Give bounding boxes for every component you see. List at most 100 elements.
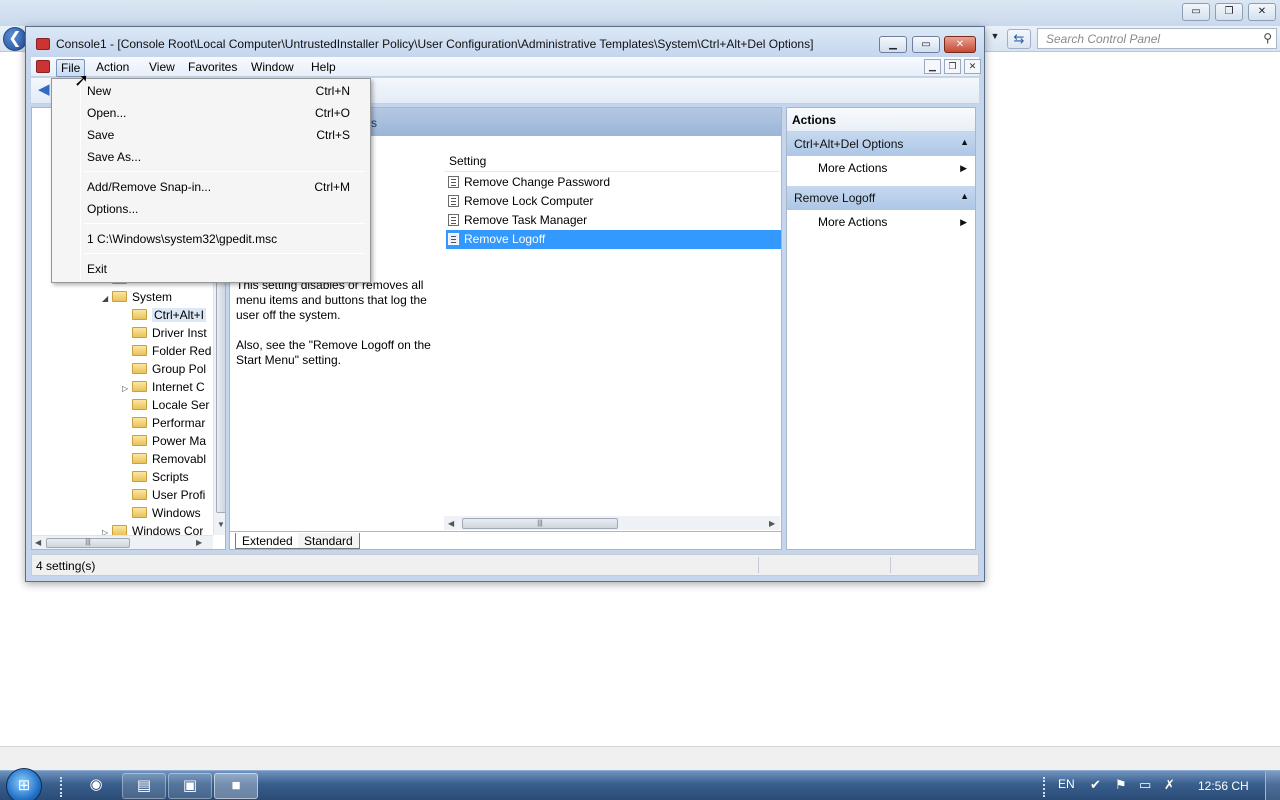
mmc-taskbar-icon[interactable]: ■ xyxy=(214,773,258,799)
folder-icon xyxy=(132,309,147,320)
menu-item-new[interactable]: New Ctrl+N xyxy=(54,81,368,101)
tree-item[interactable]: Scripts xyxy=(122,470,189,488)
show-desktop-button[interactable] xyxy=(1265,771,1280,800)
search-input[interactable]: Search Control Panel ⚲ xyxy=(1037,28,1277,49)
control-panel-statusbar xyxy=(0,746,1280,770)
menu-item-options[interactable]: Options... xyxy=(54,199,368,219)
refresh-button[interactable]: ⇆ xyxy=(1007,29,1031,49)
menu-item-open[interactable]: Open... Ctrl+O xyxy=(54,103,368,123)
more-actions-item[interactable]: More Actions xyxy=(818,161,887,175)
menu-help[interactable]: Help xyxy=(307,59,340,75)
child-minimize-button[interactable]: ▁ xyxy=(924,59,941,74)
tab-standard[interactable]: Standard xyxy=(298,533,360,549)
tray-grip[interactable] xyxy=(1043,777,1049,797)
security-shield-icon[interactable]: ✔ xyxy=(1090,777,1101,793)
volume-muted-icon[interactable]: ✗ xyxy=(1164,777,1175,793)
search-placeholder: Search Control Panel xyxy=(1046,32,1161,46)
setting-row[interactable]: Remove Task Manager xyxy=(446,211,781,230)
minimize-button[interactable]: ▭ xyxy=(1182,3,1210,21)
setting-row[interactable]: Remove Lock Computer xyxy=(446,192,781,211)
tree-item[interactable]: ▷ Internet C xyxy=(122,380,205,398)
back-button[interactable]: ❮ xyxy=(3,27,27,51)
remote-desktop-icon[interactable]: ▣ xyxy=(168,773,212,799)
clock[interactable]: 12:56 CH xyxy=(1198,779,1249,793)
action-center-flag-icon[interactable]: ⚑ xyxy=(1115,777,1127,793)
folder-icon xyxy=(132,363,147,374)
submenu-arrow-icon: ▶ xyxy=(960,217,967,227)
tree-item-system[interactable]: ◢ System xyxy=(102,290,172,308)
collapsed-arrow-icon[interactable]: ▷ xyxy=(102,528,112,535)
actions-section-header[interactable]: Remove Logoff ▲ xyxy=(787,186,975,210)
tree-item[interactable]: Windows xyxy=(122,506,201,524)
search-icon[interactable]: ⚲ xyxy=(1263,31,1272,45)
actions-section-header[interactable]: Ctrl+Alt+Del Options ▲ xyxy=(787,132,975,156)
menu-action[interactable]: Action xyxy=(92,59,133,75)
setting-row[interactable]: Remove Change Password xyxy=(446,173,781,192)
mmc-app-icon[interactable] xyxy=(36,38,50,50)
tree-item[interactable]: Performar xyxy=(122,416,205,434)
more-actions-item[interactable]: More Actions xyxy=(818,215,887,229)
maximize-button[interactable]: ❐ xyxy=(1215,3,1243,21)
address-dropdown-button[interactable]: ▼ xyxy=(988,31,1002,45)
expanded-arrow-icon[interactable]: ◢ xyxy=(102,294,112,303)
menu-item-save-as[interactable]: Save As... xyxy=(54,147,368,167)
menu-item-add-remove-snap-in[interactable]: Add/Remove Snap-in... Ctrl+M xyxy=(54,177,368,197)
tree-item[interactable]: Folder Red xyxy=(122,344,211,362)
folder-icon xyxy=(132,453,147,464)
tree-item[interactable]: Power Ma xyxy=(122,434,206,452)
scroll-left-icon[interactable]: ◀ xyxy=(35,538,41,547)
details-header-title: s xyxy=(371,116,377,130)
tree-item[interactable]: Group Pol xyxy=(122,362,206,380)
maximize-button[interactable]: ▭ xyxy=(912,36,940,53)
scrollbar-thumb[interactable]: ||| xyxy=(462,518,618,529)
scroll-left-icon[interactable]: ◀ xyxy=(448,519,454,528)
close-button[interactable]: ✕ xyxy=(1248,3,1276,21)
menu-view[interactable]: View xyxy=(145,59,179,75)
start-button[interactable]: ⊞ xyxy=(6,768,42,800)
child-restore-button[interactable]: ❐ xyxy=(944,59,961,74)
tree-item-partial[interactable]: ▷ Windows Cor xyxy=(102,524,203,535)
tree-item[interactable]: Driver Inst xyxy=(122,326,207,344)
tree-item[interactable]: Removabl xyxy=(122,452,206,470)
folder-icon xyxy=(112,291,127,302)
scroll-right-icon[interactable]: ▶ xyxy=(769,519,775,528)
network-icon[interactable]: ▭ xyxy=(1139,777,1151,793)
menu-item-save[interactable]: Save Ctrl+S xyxy=(54,125,368,145)
description-paragraph: This setting disables or removes all men… xyxy=(236,278,427,322)
explorer-icon[interactable]: ▤ xyxy=(122,773,166,799)
scroll-right-icon[interactable]: ▶ xyxy=(196,538,202,547)
tree-item[interactable]: User Profi xyxy=(122,488,205,506)
details-horizontal-scrollbar[interactable]: ◀ ||| ▶ xyxy=(444,516,780,530)
collapse-caret-icon[interactable]: ▲ xyxy=(960,137,969,147)
actions-pane: Actions Ctrl+Alt+Del Options ▲ More Acti… xyxy=(786,107,976,550)
folder-icon xyxy=(132,327,147,338)
folder-icon xyxy=(132,381,147,392)
column-header-setting[interactable]: Setting xyxy=(444,150,780,172)
minimize-button[interactable]: ▁ xyxy=(879,36,907,53)
menu-item-exit[interactable]: Exit xyxy=(54,259,368,279)
tree-item[interactable]: Ctrl+Alt+I xyxy=(122,308,207,326)
child-close-button[interactable]: ✕ xyxy=(964,59,981,74)
close-button[interactable]: ✕ xyxy=(944,36,976,53)
status-text: 4 setting(s) xyxy=(36,559,96,573)
setting-row-selected[interactable]: Remove Logoff xyxy=(446,230,781,249)
tree-item[interactable]: Locale Ser xyxy=(122,398,209,416)
tab-extended[interactable]: Extended xyxy=(235,533,299,549)
menu-item-recent-file[interactable]: 1 C:\Windows\system32\gpedit.msc xyxy=(54,229,368,249)
tree-horizontal-scrollbar[interactable]: ◀ ||| ▶ xyxy=(32,535,213,549)
scroll-down-icon[interactable]: ▼ xyxy=(217,520,225,529)
firefox-icon[interactable]: ◉ xyxy=(75,773,117,799)
menu-favorites[interactable]: Favorites xyxy=(184,59,241,75)
language-indicator[interactable]: EN xyxy=(1058,777,1075,791)
collapsed-arrow-icon[interactable]: ▷ xyxy=(122,384,132,393)
menu-window[interactable]: Window xyxy=(247,59,298,75)
folder-icon xyxy=(132,417,147,428)
document-icon[interactable] xyxy=(36,60,50,73)
folder-icon xyxy=(112,525,127,535)
view-tabs: Extended Standard xyxy=(230,531,781,549)
scrollbar-thumb[interactable]: ||| xyxy=(46,538,130,548)
status-bar: 4 setting(s) xyxy=(31,554,979,576)
folder-icon xyxy=(132,435,147,446)
collapse-caret-icon[interactable]: ▲ xyxy=(960,191,969,201)
taskbar-grip[interactable] xyxy=(60,777,66,797)
